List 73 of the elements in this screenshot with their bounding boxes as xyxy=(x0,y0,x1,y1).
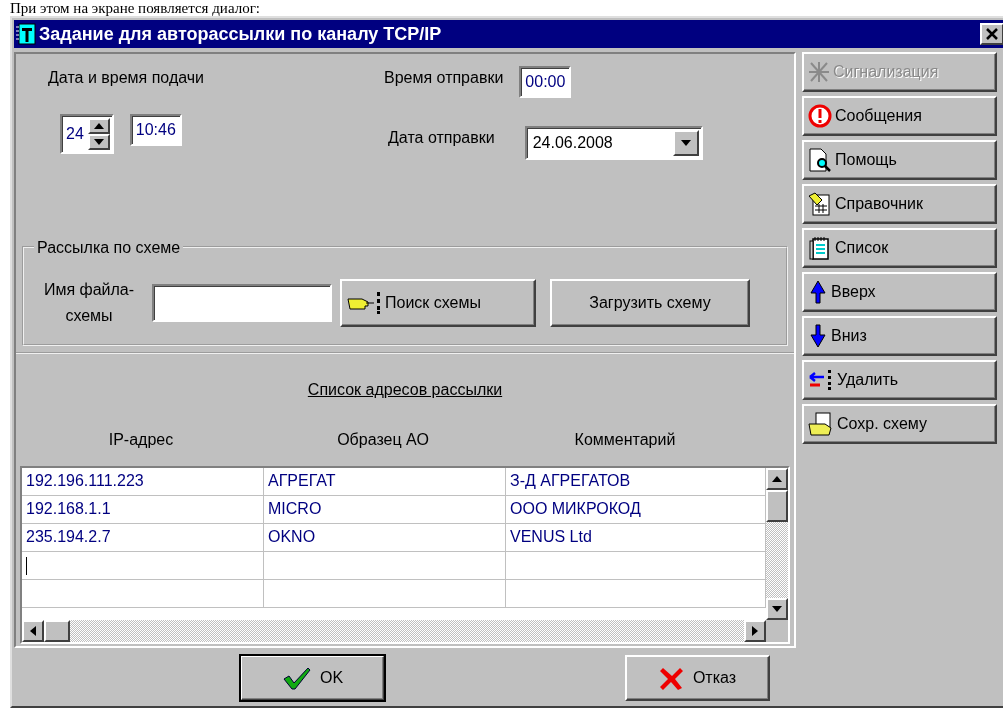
date-time-label: Дата и время подачи xyxy=(48,68,206,88)
checkmark-icon xyxy=(281,666,312,690)
table-cell[interactable]: 235.194.2.7 xyxy=(22,524,264,552)
table-cell[interactable] xyxy=(506,580,766,608)
table-cell[interactable]: АГРЕГАТ xyxy=(264,468,506,496)
triangle-down-icon xyxy=(680,140,691,146)
column-header: Комментарий xyxy=(573,430,677,450)
up-arrow-icon xyxy=(808,280,828,304)
magnifier-document-icon xyxy=(808,148,832,172)
file-name-field[interactable] xyxy=(152,284,332,322)
window-title: Задание для авторассылки по каналу TCP/IP xyxy=(39,22,443,46)
side-button[interactable]: Вниз xyxy=(802,316,997,356)
time-field[interactable]: 10:46 xyxy=(129,114,182,146)
side-button[interactable]: Сохр. схему xyxy=(802,404,997,444)
triangle-right-icon xyxy=(752,626,758,636)
spin-down-button[interactable] xyxy=(87,134,110,150)
close-button[interactable] xyxy=(980,23,1003,45)
side-button[interactable]: Удалить xyxy=(802,360,997,400)
folder-document-icon xyxy=(808,412,834,436)
scroll-thumb[interactable] xyxy=(44,620,70,642)
scroll-up-button[interactable] xyxy=(766,468,788,490)
scroll-left-button[interactable] xyxy=(22,620,44,642)
table-cell[interactable]: З-Д АГРЕГАТОВ xyxy=(506,468,766,496)
table-cell[interactable]: VENUS Ltd xyxy=(506,524,766,552)
horizontal-scrollbar[interactable] xyxy=(22,620,766,642)
close-icon xyxy=(985,28,999,40)
table-cell[interactable] xyxy=(22,580,264,608)
cross-icon xyxy=(658,666,685,690)
vertical-scrollbar[interactable] xyxy=(766,468,788,620)
side-button[interactable]: Сообщения xyxy=(802,96,997,136)
triangle-up-icon xyxy=(93,123,104,129)
cancel-button[interactable]: Отказ xyxy=(625,655,770,701)
column-header: IP-адрес xyxy=(107,430,175,450)
scroll-right-button[interactable] xyxy=(744,620,766,642)
table-cell[interactable]: OKNO xyxy=(264,524,506,552)
down-arrow-icon xyxy=(808,324,828,348)
caption-text: При этом на экране появляется диалог: xyxy=(9,0,261,16)
exclamation-icon xyxy=(808,104,832,128)
send-date-label: Дата отправки xyxy=(388,128,495,148)
table-cell[interactable] xyxy=(264,580,506,608)
column-header: Образец АО xyxy=(336,430,430,450)
find-scheme-button[interactable]: Поиск схемы xyxy=(340,279,536,327)
triangle-up-icon xyxy=(772,476,782,482)
scroll-down-button[interactable] xyxy=(766,598,788,620)
table-cell[interactable]: 192.196.111.223 xyxy=(22,468,264,496)
side-button[interactable]: Справочник xyxy=(802,184,997,224)
list-title: Список адресов рассылки xyxy=(307,380,503,400)
alarm-icon xyxy=(808,61,830,83)
table-cell[interactable] xyxy=(506,552,766,580)
app-icon xyxy=(16,23,36,45)
table-cell[interactable]: 192.168.1.1 xyxy=(22,496,264,524)
triangle-down-icon xyxy=(93,139,104,145)
table-cell[interactable] xyxy=(264,552,506,580)
table-cell[interactable] xyxy=(22,552,264,580)
send-date-dropdown[interactable]: 24.06.2008 xyxy=(524,126,703,160)
table-cell[interactable]: MICRO xyxy=(264,496,506,524)
ok-button[interactable]: OK xyxy=(240,655,385,701)
triangle-down-icon xyxy=(772,606,782,612)
spin-up-button[interactable] xyxy=(87,118,110,134)
send-time-label: Время отправки xyxy=(384,68,504,88)
side-button[interactable]: Список xyxy=(802,228,997,268)
send-time-field[interactable]: 00:00 xyxy=(519,66,572,98)
table-cell[interactable]: ООО МИКРОКОД xyxy=(506,496,766,524)
side-button[interactable]: Помощь xyxy=(802,140,997,180)
triangle-left-icon xyxy=(30,626,36,636)
scrollbar-corner xyxy=(766,620,788,642)
load-scheme-button[interactable]: Загрузить схему xyxy=(550,279,750,327)
day-spinner[interactable]: 24 xyxy=(60,114,114,154)
notepad-icon xyxy=(808,236,832,260)
arrow-dashes-icon xyxy=(808,369,834,391)
file-name-label: Имя файла-схемы xyxy=(42,280,136,326)
side-button[interactable]: Вверх xyxy=(802,272,997,312)
scroll-thumb[interactable] xyxy=(766,490,788,522)
